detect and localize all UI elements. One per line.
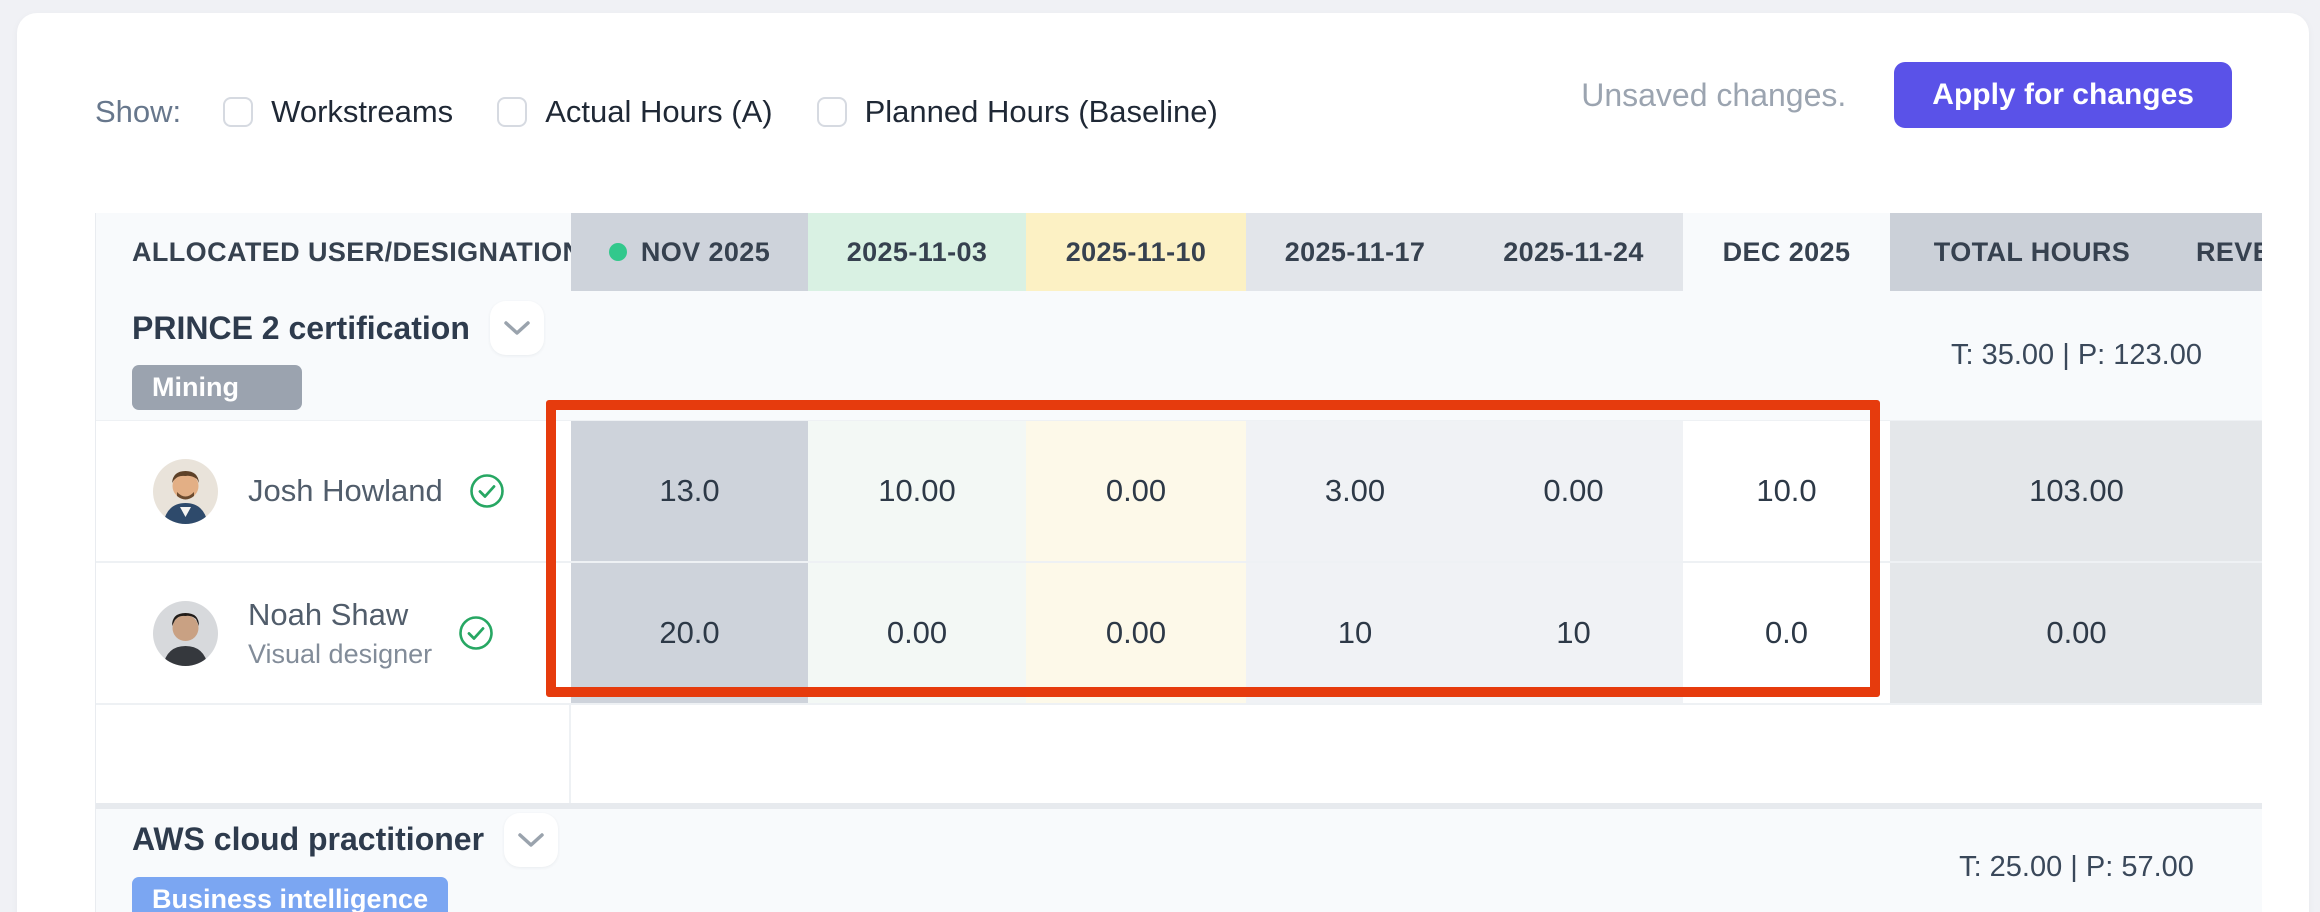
allocation-cell[interactable]: 0.00: [808, 563, 1026, 703]
planned-hours-checkbox[interactable]: [817, 97, 847, 127]
total-hours-cell: 0.00: [1890, 563, 2262, 703]
group-row-aws: AWS cloud practitioner Business intellig…: [96, 809, 2262, 912]
group-totals: T: 25.00 | P: 57.00: [1890, 851, 2262, 884]
workstreams-checkbox-group[interactable]: Workstreams: [223, 94, 453, 130]
group-tag-badge: Business intelligence: [132, 877, 448, 912]
group-info: PRINCE 2 certification Mining: [96, 301, 544, 410]
column-header-2025-11-03: 2025-11-03: [808, 213, 1026, 291]
allocation-cell[interactable]: 10.0: [1683, 421, 1890, 561]
column-header-2025-11-17: 2025-11-17: [1246, 213, 1464, 291]
group-title: PRINCE 2 certification: [132, 310, 470, 347]
empty-user-cell: [96, 705, 571, 803]
user-info-cell: Josh Howland: [96, 421, 571, 561]
user-text: Josh Howland: [248, 473, 443, 509]
allocation-cell[interactable]: 3.00: [1246, 421, 1464, 561]
allocation-cell[interactable]: 0.0: [1683, 563, 1890, 703]
allocation-cell[interactable]: 0.00: [1026, 421, 1246, 561]
column-header-2025-11-24: 2025-11-24: [1464, 213, 1683, 291]
unsaved-changes-status: Unsaved changes.: [1581, 77, 1846, 114]
panel-card: Show: Workstreams Actual Hours (A) Plann…: [17, 13, 2309, 912]
apply-for-changes-button[interactable]: Apply for changes: [1894, 62, 2232, 128]
group-title: AWS cloud practitioner: [132, 821, 484, 858]
user-text: Noah Shaw Visual designer: [248, 597, 432, 670]
group-totals: T: 35.00 | P: 123.00: [1890, 339, 2262, 372]
user-name: Noah Shaw: [248, 597, 432, 633]
current-month-dot-icon: [609, 243, 627, 261]
column-header-user: ALLOCATED USER/DESIGNATION: [96, 213, 571, 291]
toolbar-right: Unsaved changes. Apply for changes: [1581, 62, 2232, 128]
table-header-row: ALLOCATED USER/DESIGNATION NOV 2025 2025…: [96, 213, 2262, 291]
empty-row: [96, 705, 2262, 803]
planned-hours-label: Planned Hours (Baseline): [865, 94, 1218, 130]
toolbar: Show: Workstreams Actual Hours (A) Plann…: [95, 81, 1262, 143]
allocation-cell[interactable]: 10: [1246, 563, 1464, 703]
member-row-noah-shaw: Noah Shaw Visual designer 20.0 0.00 0.00…: [96, 563, 2262, 705]
group-info: AWS cloud practitioner Business intellig…: [96, 813, 558, 912]
allocation-cell[interactable]: 0.00: [1026, 563, 1246, 703]
workstreams-label: Workstreams: [271, 94, 453, 130]
planned-hours-checkbox-group[interactable]: Planned Hours (Baseline): [817, 94, 1218, 130]
approved-check-icon: [458, 615, 494, 651]
column-header-2025-11-10: 2025-11-10: [1026, 213, 1246, 291]
chevron-down-icon: [503, 320, 531, 336]
member-row-josh-howland: Josh Howland 13.0 10.00 0.00 3.00 0.00 1…: [96, 421, 2262, 563]
chevron-down-icon: [517, 832, 545, 848]
user-name: Josh Howland: [248, 473, 443, 509]
allocation-cell[interactable]: 10: [1464, 563, 1683, 703]
column-header-nov-2025: NOV 2025: [571, 213, 808, 291]
allocation-cell[interactable]: 20.0: [571, 563, 808, 703]
allocation-table: ALLOCATED USER/DESIGNATION NOV 2025 2025…: [95, 213, 2262, 912]
actual-hours-checkbox[interactable]: [497, 97, 527, 127]
collapse-group-button[interactable]: [504, 813, 558, 867]
group-row-prince2: PRINCE 2 certification Mining T: 35.00 |…: [96, 291, 2262, 421]
collapse-group-button[interactable]: [490, 301, 544, 355]
column-header-total-hours: TOTAL HOURS: [1890, 213, 2174, 291]
group-tag-badge: Mining: [132, 365, 302, 410]
user-info-cell: Noah Shaw Visual designer: [96, 563, 571, 703]
total-hours-cell: 103.00: [1890, 421, 2262, 561]
workstreams-checkbox[interactable]: [223, 97, 253, 127]
column-header-revenue: REVENUE: [2174, 213, 2262, 291]
approved-check-icon: [469, 473, 505, 509]
show-label: Show:: [95, 94, 181, 130]
user-role: Visual designer: [248, 639, 432, 670]
avatar: [153, 459, 218, 524]
actual-hours-label: Actual Hours (A): [545, 94, 772, 130]
allocation-cell[interactable]: 10.00: [808, 421, 1026, 561]
avatar: [153, 601, 218, 666]
column-header-dec-2025: DEC 2025: [1683, 213, 1890, 291]
allocation-cell[interactable]: 13.0: [571, 421, 808, 561]
allocation-cell[interactable]: 0.00: [1464, 421, 1683, 561]
actual-hours-checkbox-group[interactable]: Actual Hours (A): [497, 94, 772, 130]
